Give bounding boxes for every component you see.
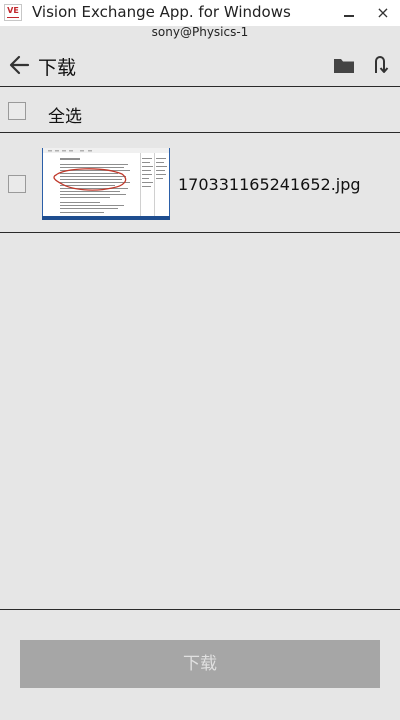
select-all-label: 全选 [48,107,82,127]
select-all-checkbox[interactable] [8,102,26,120]
device-name: sony@Physics-1 [151,25,249,39]
window-title: Vision Exchange App. for Windows [32,3,291,21]
minimize-button[interactable] [334,0,364,26]
close-button[interactable]: × [368,0,398,26]
file-thumbnail [42,148,170,220]
divider [0,132,400,133]
folder-icon [334,59,354,73]
back-button[interactable] [6,51,34,79]
toolbar: 下载 [0,44,400,86]
file-checkbox[interactable] [8,175,26,193]
divider [0,609,400,610]
divider [0,232,400,233]
refresh-button[interactable] [368,52,392,78]
app-logo: VE [4,4,22,21]
divider [0,86,400,87]
download-button[interactable]: 下载 [20,640,380,688]
file-name: 170331165241652.jpg [178,175,361,194]
arrow-left-icon [9,55,30,75]
minimize-icon [344,15,354,17]
title-bar: VE Vision Exchange App. for Windows × [0,0,400,26]
page-title: 下载 [38,57,77,79]
open-folder-button[interactable] [332,54,356,76]
refresh-icon [375,56,389,73]
